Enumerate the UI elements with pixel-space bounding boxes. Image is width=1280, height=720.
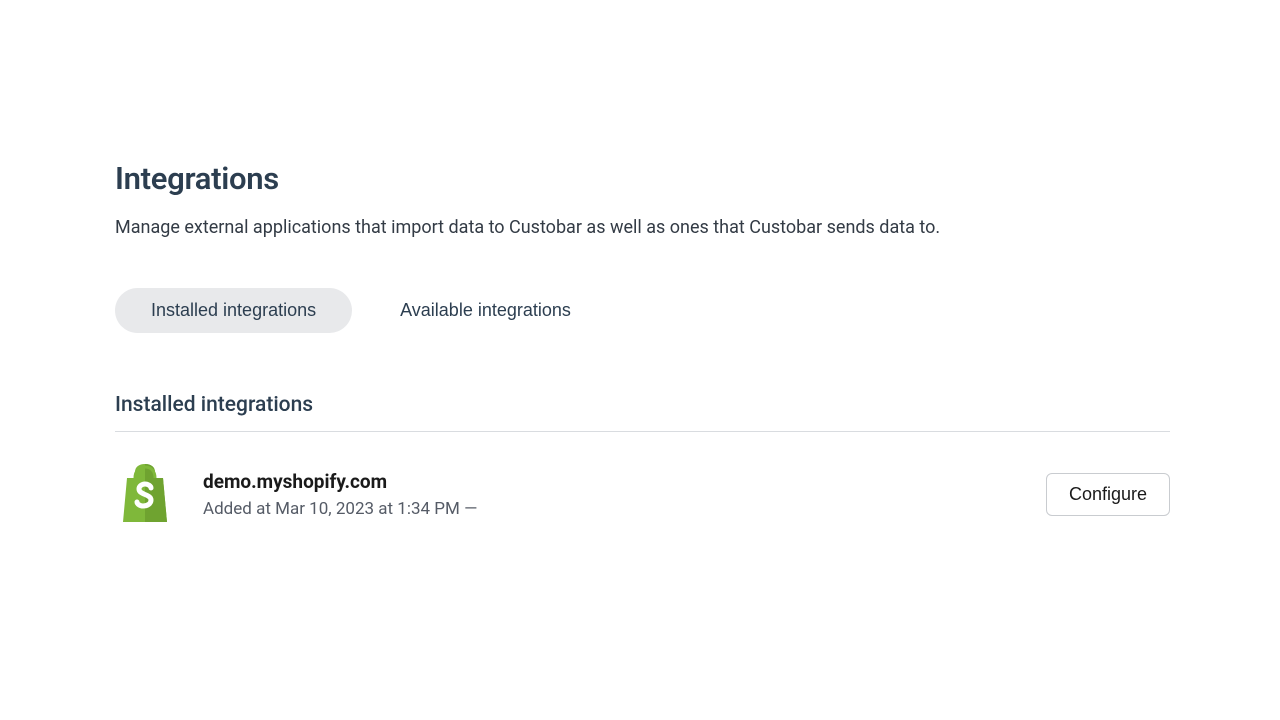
section-title-installed: Installed integrations — [115, 393, 1170, 417]
section-divider — [115, 431, 1170, 432]
integration-meta: Added at Mar 10, 2023 at 1:34 PM — — [203, 499, 1018, 519]
configure-button[interactable]: Configure — [1046, 473, 1170, 516]
page-title: Integrations — [115, 160, 1170, 197]
integration-details: demo.myshopify.com Added at Mar 10, 2023… — [203, 470, 1018, 519]
shopify-icon — [115, 460, 175, 528]
integration-name: demo.myshopify.com — [203, 470, 1018, 493]
tabs: Installed integrations Available integra… — [115, 288, 1170, 333]
tab-installed-integrations[interactable]: Installed integrations — [115, 288, 352, 333]
integration-row: demo.myshopify.com Added at Mar 10, 2023… — [115, 460, 1170, 528]
page-description: Manage external applications that import… — [115, 215, 1170, 240]
tab-available-integrations[interactable]: Available integrations — [400, 288, 571, 333]
